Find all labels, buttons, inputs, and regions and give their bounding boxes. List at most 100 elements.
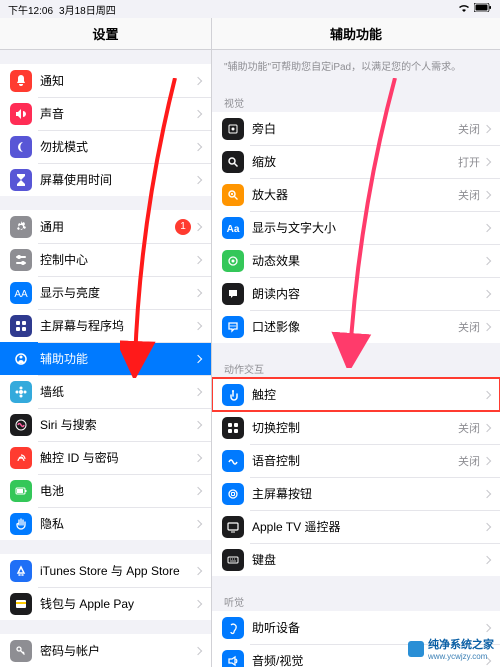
row-screentime[interactable]: 屏幕使用时间 — [0, 163, 211, 196]
row-homebtn[interactable]: 主屏幕按钮 — [212, 477, 500, 510]
row-keyboard[interactable]: 键盘 — [212, 543, 500, 576]
row-wallpaper[interactable]: 墙纸 — [0, 375, 211, 408]
row-display[interactable]: AA显示与亮度 — [0, 276, 211, 309]
row-sounds[interactable]: 声音 — [0, 97, 211, 130]
watermark-logo-icon — [408, 641, 424, 657]
switch-icon — [222, 417, 244, 439]
chevron-right-icon — [483, 289, 491, 297]
label-privacy: 隐私 — [40, 515, 195, 532]
magnifier-icon — [222, 184, 244, 206]
row-dnd[interactable]: 勿扰模式 — [0, 130, 211, 163]
row-zoom[interactable]: 缩放打开 — [212, 145, 500, 178]
row-textsize[interactable]: Aa显示与文字大小 — [212, 211, 500, 244]
chevron-right-icon — [194, 420, 202, 428]
label-homebtn: 主屏幕按钮 — [252, 485, 484, 502]
chevron-right-icon — [483, 623, 491, 631]
header-left: 设置 — [0, 18, 212, 49]
row-audiodesc[interactable]: 口述影像关闭 — [212, 310, 500, 343]
status-magnifier: 关闭 — [458, 187, 480, 203]
label-switch: 切换控制 — [252, 419, 458, 436]
voice-icon — [222, 450, 244, 472]
label-audiodesc: 口述影像 — [252, 318, 458, 335]
sun-icon: AA — [10, 282, 32, 304]
svg-text:AA: AA — [14, 289, 28, 300]
label-home: 主屏幕与程序坞 — [40, 317, 195, 334]
status-time: 下午12:06 — [8, 2, 53, 17]
section-header: 动作交互 — [212, 357, 500, 378]
label-touchid: 触控 ID 与密码 — [40, 449, 195, 466]
battery-icon — [474, 3, 492, 15]
status-zoom: 打开 — [458, 154, 480, 170]
header: 设置 辅助功能 — [0, 18, 500, 50]
row-appletv[interactable]: Apple TV 遥控器 — [212, 510, 500, 543]
chevron-right-icon — [483, 555, 491, 563]
row-touch[interactable]: 触控 — [212, 378, 500, 411]
row-spoken[interactable]: 朗读内容 — [212, 277, 500, 310]
grid-icon — [10, 315, 32, 337]
row-privacy[interactable]: 隐私 — [0, 507, 211, 540]
chevron-right-icon — [194, 76, 202, 84]
row-itunes[interactable]: iTunes Store 与 App Store — [0, 554, 211, 587]
label-wallet: 钱包与 Apple Pay — [40, 595, 195, 612]
chevron-right-icon — [194, 566, 202, 574]
label-spoken: 朗读内容 — [252, 285, 484, 302]
chevron-right-icon — [194, 222, 202, 230]
hand-icon — [10, 513, 32, 535]
row-magnifier[interactable]: 放大器关闭 — [212, 178, 500, 211]
row-general[interactable]: 通用1 — [0, 210, 211, 243]
bell-icon — [10, 70, 32, 92]
chevron-right-icon — [483, 124, 491, 132]
sidebar[interactable]: 通知声音勿扰模式屏幕使用时间通用1 控制中心 AA显示与亮度主屏幕与程序坞辅助功能墙… — [0, 50, 212, 667]
detail-hint: "辅助功能"可帮助您自定iPad，以满足您的个人需求。 — [212, 50, 500, 77]
touch-icon — [222, 384, 244, 406]
row-voice[interactable]: 语音控制关闭 — [212, 444, 500, 477]
section-header: 视觉 — [212, 91, 500, 112]
row-battery[interactable]: 电池 — [0, 474, 211, 507]
chevron-right-icon — [194, 354, 202, 362]
text-icon: Aa — [222, 217, 244, 239]
row-touchid[interactable]: 触控 ID 与密码 — [0, 441, 211, 474]
chevron-right-icon — [483, 489, 491, 497]
row-control[interactable]: 控制中心 — [0, 243, 211, 276]
chevron-right-icon — [483, 522, 491, 530]
watermark-text: 纯净系统之家 — [428, 636, 494, 652]
chevron-right-icon — [483, 390, 491, 398]
label-voiceover: 旁白 — [252, 120, 458, 137]
row-notifications[interactable]: 通知 — [0, 64, 211, 97]
label-general: 通用 — [40, 218, 175, 235]
row-passwords[interactable]: 密码与帐户 — [0, 634, 211, 667]
row-home[interactable]: 主屏幕与程序坞 — [0, 309, 211, 342]
hourglass-icon — [10, 169, 32, 191]
label-voice: 语音控制 — [252, 452, 458, 469]
av-icon — [222, 650, 244, 667]
speaker-icon — [10, 103, 32, 125]
row-wallet[interactable]: 钱包与 Apple Pay — [0, 587, 211, 620]
label-passwords: 密码与帐户 — [40, 642, 195, 659]
chevron-right-icon — [194, 109, 202, 117]
fingerprint-icon — [10, 447, 32, 469]
detail-pane[interactable]: "辅助功能"可帮助您自定iPad，以满足您的个人需求。 视觉旁白关闭缩放打开放大… — [212, 50, 500, 667]
chevron-right-icon — [194, 175, 202, 183]
label-screentime: 屏幕使用时间 — [40, 171, 195, 188]
zoom-icon — [222, 151, 244, 173]
battery-icon — [10, 480, 32, 502]
vo-icon — [222, 118, 244, 140]
ear-icon — [222, 617, 244, 639]
row-motion[interactable]: 动态效果 — [212, 244, 500, 277]
label-accessibility: 辅助功能 — [40, 350, 195, 367]
row-switch[interactable]: 切换控制关闭 — [212, 411, 500, 444]
row-siri[interactable]: Siri 与搜索 — [0, 408, 211, 441]
row-accessibility[interactable]: 辅助功能 — [0, 342, 211, 375]
chevron-right-icon — [483, 423, 491, 431]
watermark-url: www.ycwjzy.com — [428, 652, 494, 661]
motion-icon — [222, 250, 244, 272]
label-control: 控制中心 — [40, 251, 195, 268]
row-voiceover[interactable]: 旁白关闭 — [212, 112, 500, 145]
chevron-right-icon — [194, 288, 202, 296]
sliders-icon — [10, 249, 32, 271]
label-motion: 动态效果 — [252, 252, 484, 269]
label-touch: 触控 — [252, 386, 484, 403]
label-keyboard: 键盘 — [252, 551, 484, 568]
chevron-right-icon — [194, 255, 202, 263]
label-notifications: 通知 — [40, 72, 195, 89]
